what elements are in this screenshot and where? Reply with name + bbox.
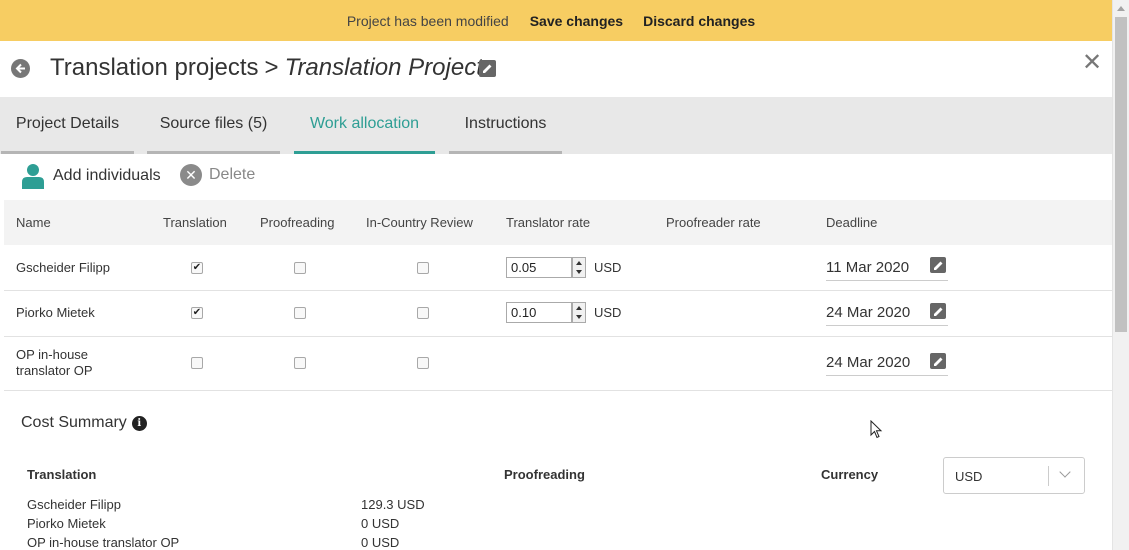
page-header: Translation projects > Translation Project… [0, 41, 1112, 97]
row-name-line2: translator OP [16, 363, 93, 378]
scrollbar-thumb[interactable] [1115, 17, 1127, 332]
icr-checkbox[interactable] [417, 357, 429, 369]
modified-banner: Project has been modified Save changes D… [0, 0, 1112, 41]
col-translation: Translation [163, 215, 227, 230]
summary-translation-header: Translation [27, 467, 97, 482]
allocation-table-header: Name Translation Proofreading In-Country… [4, 200, 1112, 245]
table-row: Gscheider Filipp ✔ 0.05 USD 11 Mar 2020 [4, 245, 1112, 291]
rate-currency: USD [594, 305, 622, 320]
modified-message: Project has been modified [346, 12, 509, 29]
delete-button[interactable]: ✕ Delete [180, 164, 255, 186]
tab-bar: Project Details Source files (5) Work al… [0, 97, 1112, 154]
chevron-down-icon[interactable] [1059, 466, 1071, 478]
summary-currency-header: Currency [821, 467, 879, 482]
add-individuals-button[interactable]: Add individuals [21, 163, 161, 189]
tab-label: Work allocation [309, 115, 420, 132]
col-name: Name [16, 215, 51, 230]
discard-changes-button[interactable]: Discard changes [643, 13, 755, 29]
translation-checkbox[interactable] [191, 357, 203, 369]
delete-x-icon: ✕ [180, 164, 202, 186]
tab-work-allocation[interactable]: Work allocation [294, 97, 435, 154]
tab-project-details[interactable]: Project Details [1, 97, 134, 154]
currency-select[interactable]: USD [943, 457, 1085, 494]
proofreading-checkbox[interactable] [294, 357, 306, 369]
summary-line-name: Gscheider Filipp [27, 497, 121, 512]
translator-rate-input[interactable]: 0.10 [506, 302, 572, 323]
tab-label: Source files (5) [159, 115, 268, 132]
person-icon [22, 164, 44, 189]
add-individuals-label: Add individuals [53, 167, 161, 184]
cost-summary-label: Cost Summary [21, 414, 127, 431]
col-proofreading: Proofreading [260, 215, 335, 230]
table-row: Piorko Mietek ✔ 0.10 USD 24 Mar 2020 [4, 291, 1112, 337]
summary-line-value: 0 USD [361, 516, 400, 531]
col-proofreader-rate: Proofreader rate [666, 215, 761, 230]
tab-label: Project Details [15, 115, 120, 132]
delete-label: Delete [209, 166, 256, 183]
rate-stepper[interactable] [572, 302, 586, 323]
edit-deadline-icon[interactable] [930, 257, 946, 273]
tab-source-files[interactable]: Source files (5) [147, 97, 280, 154]
select-divider [1048, 466, 1049, 486]
rate-stepper[interactable] [572, 257, 586, 278]
translation-checkbox[interactable]: ✔ [191, 262, 203, 274]
cost-summary-title: Cost Summary i [21, 414, 147, 432]
summary-line-name: OP in-house translator OP [27, 535, 180, 550]
proofreading-checkbox[interactable] [294, 262, 306, 274]
summary-line-name: Piorko Mietek [27, 516, 106, 531]
info-icon[interactable]: i [131, 415, 147, 431]
translator-rate-input[interactable]: 0.05 [506, 257, 572, 278]
breadcrumb-parent[interactable]: Translation projects [50, 54, 259, 81]
mouse-cursor-icon [870, 420, 883, 439]
allocation-toolbar: Add individuals ✕ Delete [0, 154, 1112, 200]
edit-pencil-icon[interactable] [479, 60, 496, 77]
translation-checkbox[interactable]: ✔ [191, 307, 203, 319]
row-name: Gscheider Filipp [16, 260, 110, 275]
tab-label: Instructions [464, 115, 547, 132]
summary-line-value: 0 USD [361, 535, 400, 550]
currency-selected-value: USD [955, 469, 983, 484]
col-in-country-review: In-Country Review [366, 215, 473, 230]
breadcrumb-separator: > [264, 54, 279, 81]
breadcrumb: Translation projects > Translation Project [50, 54, 483, 82]
tab-instructions[interactable]: Instructions [449, 97, 562, 154]
icr-checkbox[interactable] [417, 262, 429, 274]
page-scrollbar[interactable] [1112, 0, 1129, 550]
scroll-up-icon[interactable] [1117, 6, 1125, 11]
save-changes-button[interactable]: Save changes [530, 13, 623, 29]
back-arrow-icon[interactable] [11, 59, 30, 78]
col-deadline: Deadline [826, 215, 878, 230]
row-name: Piorko Mietek [16, 305, 95, 320]
page-title: Translation Project [284, 54, 483, 81]
summary-line-value: 129.3 USD [361, 497, 425, 512]
table-row: OP in-house translator OP 24 Mar 2020 [4, 337, 1112, 391]
icr-checkbox[interactable] [417, 307, 429, 319]
col-translator-rate: Translator rate [506, 215, 591, 230]
row-name: OP in-house [16, 347, 89, 362]
summary-proofreading-header: Proofreading [504, 467, 585, 482]
rate-currency: USD [594, 260, 622, 275]
proofreading-checkbox[interactable] [294, 307, 306, 319]
close-icon[interactable]: ✕ [1082, 51, 1102, 75]
edit-deadline-icon[interactable] [930, 303, 946, 319]
edit-deadline-icon[interactable] [930, 353, 946, 369]
